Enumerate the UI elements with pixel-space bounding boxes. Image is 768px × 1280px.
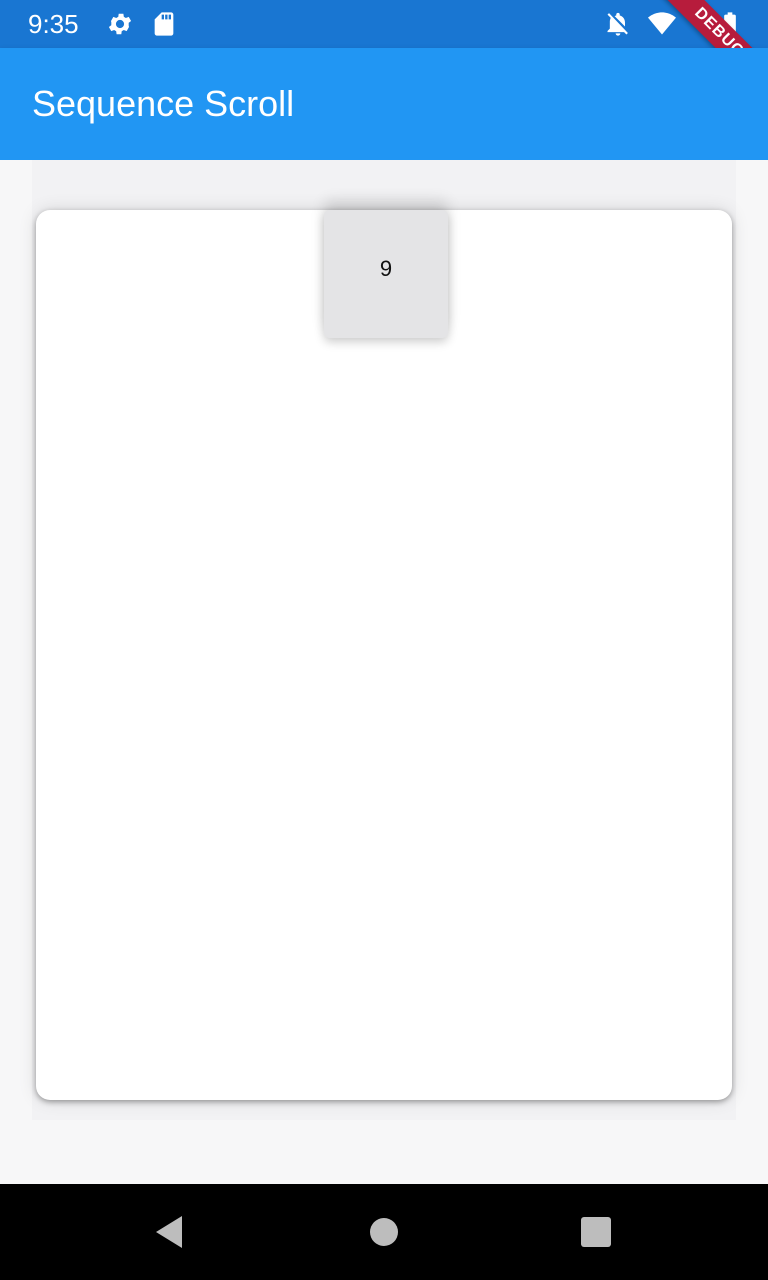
back-icon[interactable] bbox=[140, 1202, 200, 1262]
notifications-off-icon bbox=[607, 12, 628, 36]
list-item-label: 9 bbox=[379, 256, 393, 281]
status-bar: 9:35 DEBUG bbox=[0, 0, 768, 110]
recents-icon[interactable] bbox=[566, 1202, 626, 1262]
app-bar: Sequence Scroll bbox=[0, 48, 768, 160]
list-item[interactable]: 9 bbox=[324, 210, 448, 338]
sequence-card[interactable] bbox=[36, 210, 732, 1100]
main-content[interactable]: 9 bbox=[0, 160, 768, 1184]
sd-card-icon bbox=[154, 12, 174, 36]
page-title: Sequence Scroll bbox=[32, 83, 295, 124]
settings-icon bbox=[108, 13, 132, 35]
status-time: 9:35 bbox=[28, 9, 79, 39]
navigation-bar bbox=[0, 1184, 768, 1280]
home-icon[interactable] bbox=[354, 1202, 414, 1262]
wifi-icon bbox=[648, 12, 676, 35]
